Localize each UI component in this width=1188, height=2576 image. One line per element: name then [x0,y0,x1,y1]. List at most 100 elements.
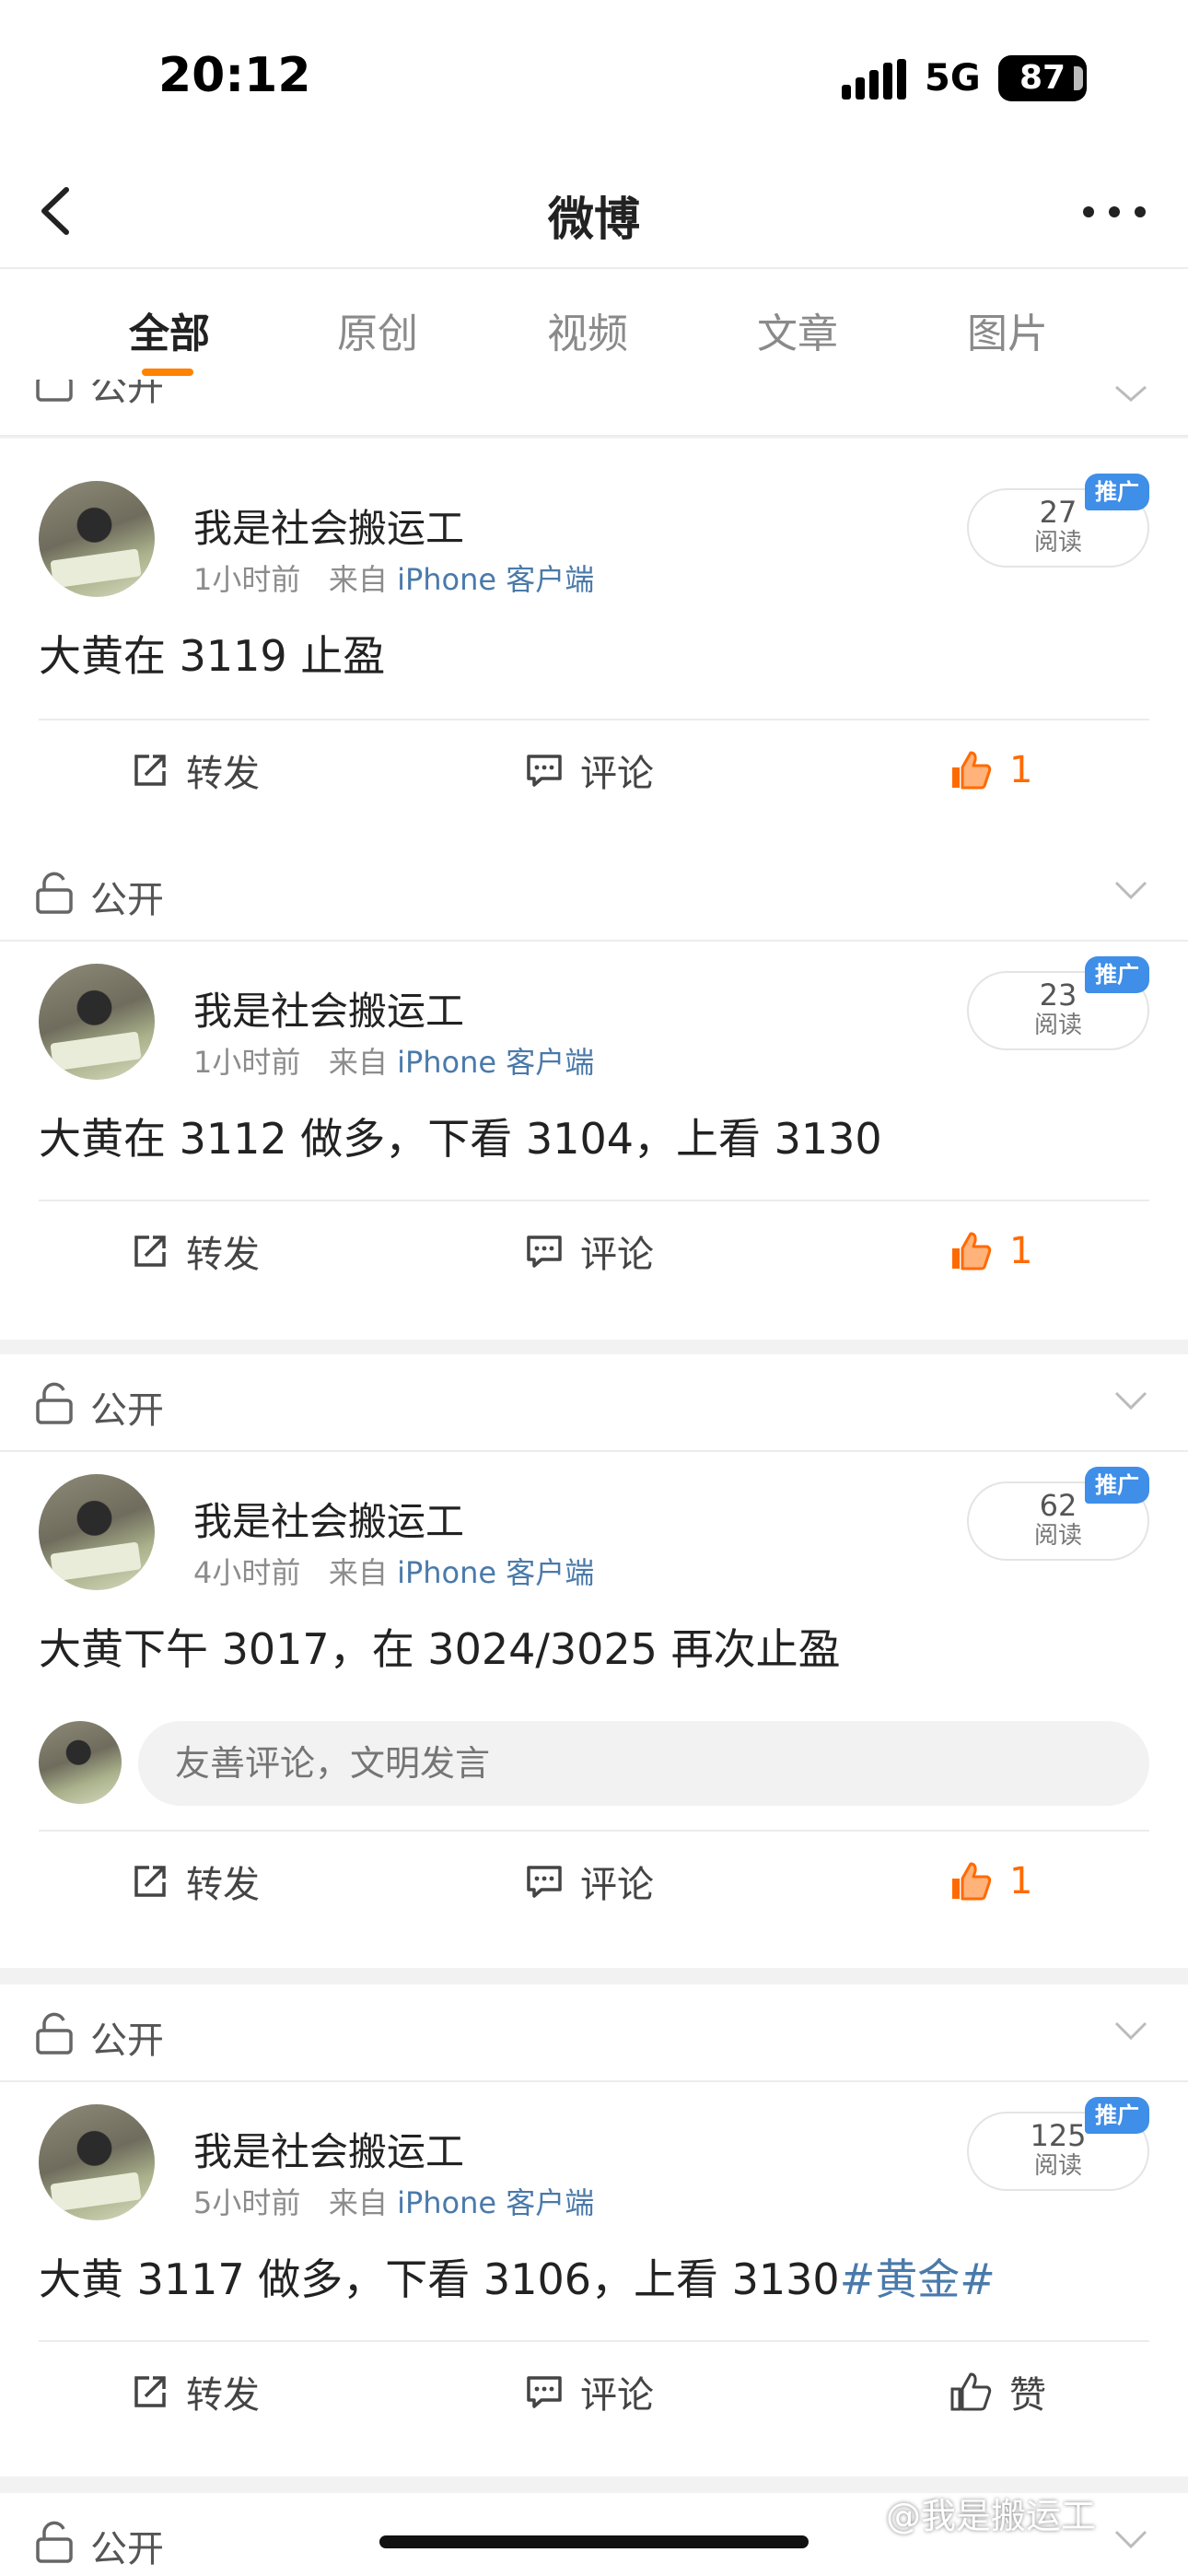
source-prefix: 来自 [328,2185,388,2220]
home-indicator[interactable] [379,2535,809,2548]
avatar[interactable] [39,964,155,1080]
comment-button[interactable]: 评论 [525,1227,654,1276]
visibility-label: 公开 [90,380,164,409]
post-card: 公开 我是社会搬运工 5小时前 来自 iPhone 客户端 125 阅读 推广 … [0,1985,1188,2476]
post-card: 公开 我是社会搬运工 1小时前 来自 iPhone 客户端 23 阅读 推广 大… [0,844,1188,1340]
lock-icon [36,2521,73,2563]
post-text-body: 大黄 3117 做多，下看 3106，上看 3130 [39,2254,840,2304]
more-dots-icon[interactable] [1077,193,1151,230]
source-prefix: 来自 [328,1045,388,1080]
comment-button[interactable]: 评论 [525,1857,654,1906]
post-meta: 1小时前 来自 iPhone 客户端 [193,1039,594,1082]
visibility-row[interactable]: 公开 [0,844,1188,942]
author-name[interactable]: 我是社会搬运工 [193,980,464,1036]
like-count: 1 [1009,1860,1033,1903]
post-card: 公开 我是社会搬运工 4小时前 来自 iPhone 客户端 62 阅读 推广 大… [0,1354,1188,1968]
battery-cap [1074,66,1083,90]
read-label: 阅读 [1033,529,1082,556]
post-source[interactable]: iPhone 客户端 [397,1045,594,1080]
partial-visibility-row[interactable]: 公开 [0,380,1188,437]
like-button[interactable]: 1 [949,746,1032,794]
post-source[interactable]: iPhone 客户端 [397,562,594,597]
watermark: @我是搬运工 [886,2496,1097,2536]
visibility-label: 公开 [90,879,164,921]
visibility-label: 公开 [90,2020,164,2062]
visibility-row[interactable]: 公开 [0,1354,1188,1452]
lock-icon [36,380,73,402]
comment-icon [527,2376,562,2408]
post-time: 5小时前 [193,2185,301,2220]
forward-label: 转发 [186,1864,260,1906]
nav-bar: 微博 [0,157,1188,269]
tab-video[interactable]: 视频 [514,300,661,359]
promo-badge[interactable]: 推广 [1085,1467,1149,1504]
avatar[interactable] [39,1474,155,1590]
tab-all[interactable]: 全部 [96,300,243,359]
comment-label: 评论 [580,1864,654,1906]
page-title: 微博 [548,193,640,246]
chevron-down-icon[interactable] [1112,879,1149,903]
post-time: 1小时前 [193,562,301,597]
post-actions: 转发 评论 赞 [39,2340,1149,2440]
forward-button[interactable]: 转发 [131,1857,260,1906]
hashtag-link[interactable]: #黄金# [840,2254,996,2304]
visibility-label: 公开 [90,2528,164,2570]
like-count: 1 [1009,749,1033,791]
chevron-down-icon[interactable] [1112,2528,1149,2552]
comment-icon [527,755,562,787]
post-source[interactable]: iPhone 客户端 [397,2185,594,2220]
forward-icon [134,1866,166,1897]
feed[interactable]: 公开 我是社会搬运工 1小时前 来自 iPhone 客户端 27 阅读 推广 大… [0,380,1188,2576]
like-button[interactable]: 赞 [949,2368,1046,2417]
lock-icon [36,2012,73,2055]
forward-icon [134,2376,166,2407]
forward-label: 转发 [186,2374,260,2417]
chevron-down-icon[interactable] [1112,385,1149,404]
comment-input[interactable] [138,1721,1149,1806]
promo-badge[interactable]: 推广 [1085,2097,1149,2134]
post-meta: 1小时前 来自 iPhone 客户端 [193,556,594,599]
forward-label: 转发 [186,753,260,795]
chevron-down-icon[interactable] [1112,2020,1149,2043]
chevron-down-icon[interactable] [1112,1389,1149,1413]
forward-button[interactable]: 转发 [131,2368,260,2417]
tab-original[interactable]: 原创 [304,300,451,359]
source-prefix: 来自 [328,562,388,597]
tab-image[interactable]: 图片 [934,300,1081,359]
promo-badge[interactable]: 推广 [1085,474,1149,510]
post-actions: 转发 评论 1 [39,719,1149,818]
promo-badge[interactable]: 推广 [1085,956,1149,993]
post-text: 大黄下午 3017，在 3024/3025 再次止盈 [39,1624,841,1674]
tab-article[interactable]: 文章 [724,300,871,359]
post-meta: 5小时前 来自 iPhone 客户端 [193,2180,594,2222]
post-time: 4小时前 [193,1555,301,1590]
thumbs-up-icon [950,2372,992,2411]
battery-level: 87 [1019,59,1066,97]
read-label: 阅读 [1033,1012,1082,1039]
thumbs-up-icon [952,751,992,790]
author-name[interactable]: 我是社会搬运工 [193,1491,464,1547]
visibility-label: 公开 [90,1389,164,1432]
comment-button[interactable]: 评论 [525,746,654,795]
author-name[interactable]: 我是社会搬运工 [193,498,464,554]
forward-icon [134,755,166,786]
comment-button[interactable]: 评论 [525,2368,654,2417]
comment-label: 评论 [580,753,654,795]
thumbs-up-icon [952,1232,992,1270]
read-label: 阅读 [1033,1522,1082,1550]
post-text: 大黄 3117 做多，下看 3106，上看 3130#黄金# [39,2246,996,2307]
comment-label: 评论 [580,1234,654,1276]
like-button[interactable]: 1 [949,1857,1032,1905]
post-source[interactable]: iPhone 客户端 [397,1555,594,1590]
status-bar: 20:12 5G 87 [0,0,1188,157]
forward-button[interactable]: 转发 [131,746,260,795]
avatar[interactable] [39,481,155,597]
visibility-row[interactable]: 公开 [0,1985,1188,2082]
post-actions: 转发 评论 1 [39,1830,1149,1929]
quick-comment-row [39,1721,1149,1806]
like-button[interactable]: 1 [949,1227,1032,1275]
avatar[interactable] [39,2104,155,2220]
author-name[interactable]: 我是社会搬运工 [193,2121,464,2177]
forward-button[interactable]: 转发 [131,1227,260,1276]
read-label: 阅读 [1033,2152,1082,2180]
